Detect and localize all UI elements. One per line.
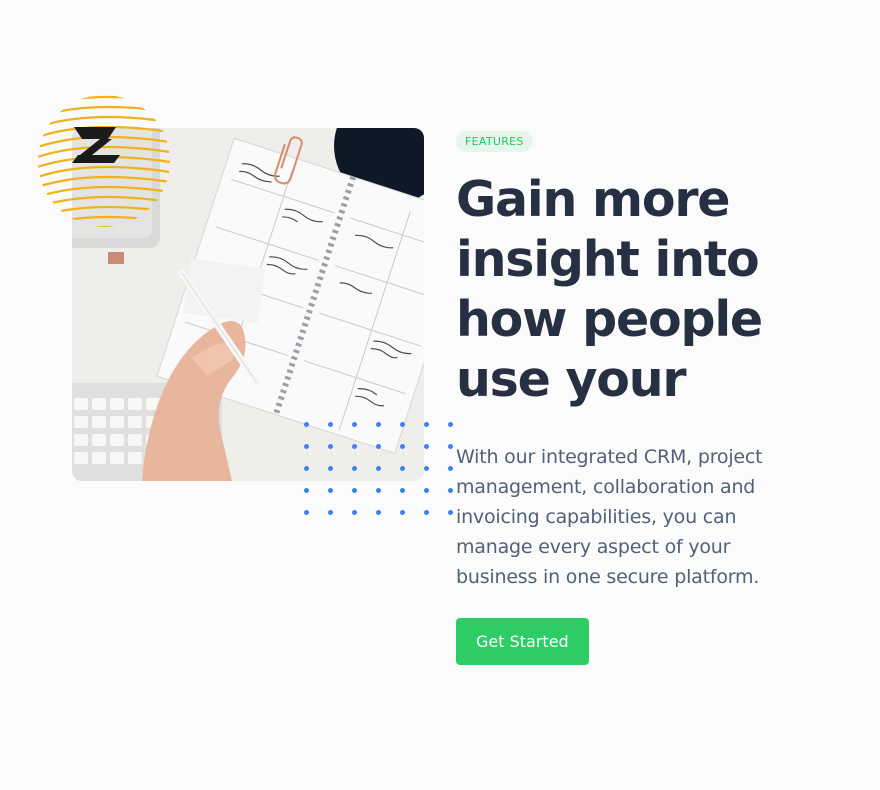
grid-dot [400, 488, 405, 493]
grid-dot [304, 488, 309, 493]
grid-dot [448, 422, 453, 427]
section-description: With our integrated CRM, project managem… [456, 446, 763, 588]
grid-dot [448, 444, 453, 449]
section-badge: FEATURES [456, 131, 533, 152]
grid-dot [424, 488, 429, 493]
grid-dot [400, 510, 405, 515]
page-title: Gain more insight into how people use yo… [456, 171, 763, 408]
grid-dot [448, 510, 453, 515]
grid-dot [304, 510, 309, 515]
notebook-illustration [72, 128, 424, 481]
feature-content: FEATURES Gain more insight into how peop… [456, 130, 816, 665]
grid-dot [328, 488, 333, 493]
grid-dot [448, 488, 453, 493]
grid-dot [376, 488, 381, 493]
grid-dot [352, 488, 357, 493]
grid-dot [448, 466, 453, 471]
grid-dot [424, 466, 429, 471]
grid-dot [376, 510, 381, 515]
feature-photo [72, 128, 424, 481]
grid-dot [424, 422, 429, 427]
grid-dot [424, 444, 429, 449]
grid-dot [352, 510, 357, 515]
get-started-button[interactable]: Get Started [456, 618, 589, 665]
grid-dot [328, 510, 333, 515]
grid-dot [424, 510, 429, 515]
